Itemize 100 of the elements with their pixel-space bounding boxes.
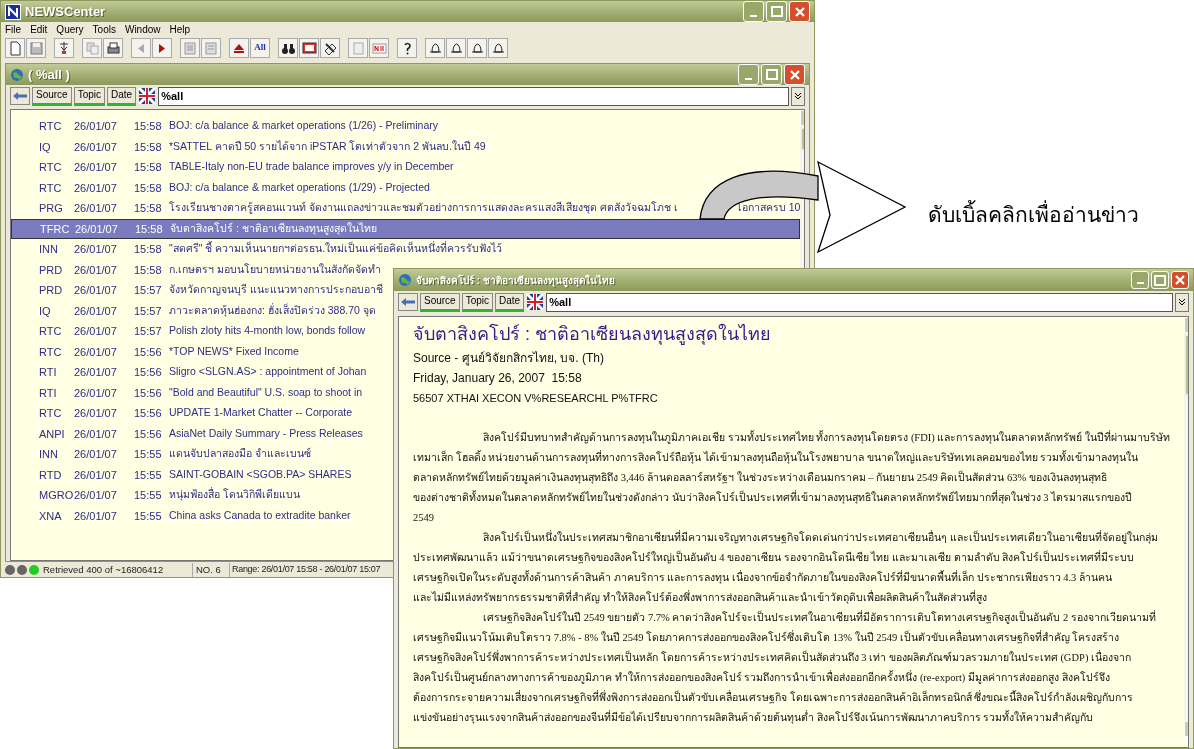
filter-button[interactable]: Topic	[73, 86, 106, 106]
maximize-button[interactable]	[761, 64, 782, 85]
headline-cell-text: BOJ: c/a balance & market operations (1/26) - Preliminary	[169, 118, 439, 134]
menu-item[interactable]: Window	[124, 22, 161, 37]
printer-button[interactable]	[103, 38, 123, 58]
bell-button[interactable]	[425, 38, 445, 58]
date-cell-text: 26/01/07	[74, 447, 118, 462]
headline-cell-text: Sligro <SLGN.AS> : appointment of Johan	[169, 364, 367, 380]
back-button[interactable]	[10, 87, 30, 105]
close-icon	[789, 69, 800, 80]
date-cell-text: 26/01/07	[74, 467, 118, 483]
network-button[interactable]	[299, 38, 319, 58]
date-cell-text: 26/01/07	[74, 344, 118, 360]
eject-button[interactable]	[229, 38, 249, 58]
status-text: Range: 26/01/07 15:58 - 26/01/07 15:07	[229, 563, 381, 577]
menu-item[interactable]: File	[5, 22, 22, 37]
left-arrow-icon	[400, 297, 416, 307]
antenna-button[interactable]	[54, 38, 74, 58]
news-row[interactable]: RTD 26/01/07 15:55 SAINT-GOBAIN <SGOB.PA> SHARES	[11, 464, 352, 485]
news-row[interactable]: INN 26/01/07 15:58 "สดศรี" ชี้ ความเห็นนายกฯต่อรธน.ใหม่เป็นแค่ข้อคิดเห็นหนึ่งที่ควรรับฟังไว้	[11, 239, 503, 260]
news-row[interactable]: RTC 26/01/07 15:57 Polish zloty hits 4-month low, bonds follow	[11, 321, 366, 342]
filter-button[interactable]: Date	[495, 292, 525, 312]
article-date: Friday, January 26, 2007 15:58	[413, 370, 583, 387]
minimize-button[interactable]	[1131, 271, 1149, 289]
bell-button[interactable]	[467, 38, 487, 58]
news-row[interactable]: INN 26/01/07 15:55 แดนจับปลาสองมือ จำและเบนซ์	[11, 444, 311, 465]
date-cell-text: 26/01/07	[74, 426, 118, 442]
source-cell-text: MGRO	[39, 488, 74, 503]
globe-icon	[398, 273, 412, 287]
headline-cell: จับตาสิงคโปร์ : ชาติอาเซียนลงทุนสูงสุดในไทย	[170, 220, 377, 237]
bell-button[interactable]	[488, 38, 508, 58]
bell-button[interactable]	[446, 38, 466, 58]
close-button[interactable]	[784, 64, 805, 85]
flag-icon	[139, 88, 156, 104]
printer-icon	[104, 39, 122, 57]
filter-button[interactable]: Source	[32, 86, 72, 106]
document-list-icon	[202, 39, 220, 57]
article-codes: 56507 XTHAI XECON V%RESEARCHL P%TFRC	[413, 391, 659, 406]
counter-button[interactable]	[369, 38, 389, 58]
news-row[interactable]: RTC 26/01/07 15:56 *TOP NEWS* Fixed Income	[11, 341, 299, 362]
dropdown-button[interactable]	[791, 86, 805, 106]
minimize-button[interactable]	[743, 1, 764, 22]
headline-cell-text: หนุ่มฟ้องสื่อ โดนวิกิพีเดียแบน	[169, 487, 300, 503]
pen-notepad-button[interactable]	[320, 38, 340, 58]
news-row[interactable]: RTI 26/01/07 15:56 Sligro <SLGN.AS> : appointment of Johan	[11, 362, 367, 383]
dropdown-button[interactable]	[1175, 292, 1189, 312]
headline-cell-text: โรงเรียนชางตาครู้สคอนแวนท์ จัดงานแถลงข่าวและชมตัวอย่างการการแสดงละครแสงสีเสียงชุด ศตสังวัจฉมโภช เ	[169, 200, 678, 216]
query-field[interactable]: %all	[546, 292, 1173, 312]
new-document-button[interactable]	[5, 38, 25, 58]
headline-cell-text: จังหวัดกาญจนบุรี แนะแนวทางการประกอบอาชี	[169, 282, 383, 298]
flag-icon	[527, 294, 544, 310]
close-button[interactable]	[789, 1, 810, 22]
news-row[interactable]: XNA 26/01/07 15:55 China asks Canada to extradite banker	[11, 505, 351, 526]
news-row[interactable]: RTC 26/01/07 15:58 BOJ: c/a balance & market operations (1/29) - Projected	[11, 177, 430, 198]
news-row[interactable]: RTC 26/01/07 15:56 UPDATE 1-Market Chatter -- Corporate	[11, 403, 353, 424]
binoculars-button[interactable]	[278, 38, 298, 58]
source-cell-text: IQ	[39, 303, 52, 319]
menu-item[interactable]: Query	[56, 22, 84, 37]
news-row[interactable]: RTC 26/01/07 15:58 TABLE-Italy non-EU trade balance improves y/y in December	[11, 157, 454, 178]
source-cell-text: TFRC	[40, 221, 71, 237]
all-button[interactable]: All	[250, 38, 270, 58]
maximize-icon	[1154, 274, 1166, 286]
maximize-button[interactable]	[1151, 271, 1169, 289]
help-button[interactable]	[397, 38, 417, 58]
query-field[interactable]: %all	[158, 86, 789, 106]
menu-item[interactable]: Help	[169, 22, 191, 37]
save-button[interactable]	[26, 38, 46, 58]
menu-item[interactable]: Tools	[92, 22, 116, 37]
filter-button[interactable]: Topic	[461, 292, 494, 312]
time-cell-text: 15:56	[134, 426, 163, 442]
filter-button[interactable]: Date	[107, 86, 137, 106]
date-cell-text: 26/01/07	[74, 488, 118, 503]
menu-item[interactable]: Edit	[30, 22, 48, 37]
copy-icon	[83, 39, 101, 57]
news-row[interactable]: TFRC 26/01/07 15:58 จับตาสิงคโปร์ : ชาติอาเซียนลงทุนสูงสุดในไทย	[11, 218, 801, 239]
article-paragraph: เศรษฐกิจสิงคโปร์ในปี 2549 ขยายตัว 7.7% คาดว่าสิงคโปร์จะเป็นประเทศในอาเซียนที่มีอัตราการเติบโตทางเศรษฐกิจสูงเป็นอันดับ 2 รองจากเวียดนามที่ เศรษฐกิจมีแนวโน้มเติบโตราว 7.8% - 8% ในปี 2549 โดยภาคการส่งออกของสิงคโปร์ซึ่งเติบโต 13% ในปี 2549 เป็นตัวขับเคลื่อนทางเศรษฐกิจที่สำคัญ โครงสร้าง เศรษฐกิจสิงคโปร์พึ่งพาการค้าระหว่างประเทศเป็นหลัก โดยการค้าระหว่างประเทศคิดเป็นสัดส่วนถึง 3 เท่า ของผลิตภัณฑ์มวลรวมภายในประเทศ (GDP) เนื่องจาก สิงคโปร์เป็นศูนย์กลางทางการค้าของภูมิภาค ทำให้การส่งออกของสิงคโปร์ รวมถึงการนำเข้าเพื่อส่งออกอีกครั้งหนึ่ง (re-export) มีมูลค่าการส่งออกสูง สิงคโปร์จึง ต้องการกระจายความเสี่ยงจากเศรษฐกิจที่พึ่งพิงการส่งออกเป็นตัวขับเคลื่อนเศรษฐกิจ โดยเฉพาะการส่งออกสินค้าอิเล็กทรอนิกส์ ซึ่งขณะนี้สิงคโปร์กำลังเผชิญกับการ แข่งขันอย่างรุนแรงจากสินค้าส่งออกของจีนที่มีข้อได้เปรียบจากการผลิตสินค้าด้วยต้นทุนต่ำ สิงคโปร์จึงเน้นการพัฒนาภาคบริการ รวมทั้งให้ความสำคัญกับ	[413, 609, 1156, 726]
headline-cell-text: "สดศรี" ชี้ ความเห็นนายกฯต่อรธน.ใหม่เป็นแค่ข้อคิดเห็นหนึ่งที่ควรรับฟังไว้	[169, 241, 503, 257]
news-row[interactable]: MGRO26/01/07 15:55 หนุ่มฟ้องสื่อ โดนวิกิพีเดียแบน	[11, 485, 300, 506]
close-icon	[794, 6, 805, 17]
headline-cell-text: UPDATE 1-Market Chatter -- Corporate	[169, 405, 353, 421]
news-row[interactable]: PRD 26/01/07 15:57 จังหวัดกาญจนบุรี แนะแนวทางการประกอบอาชี	[11, 280, 383, 301]
time-cell-text: 15:57	[134, 324, 163, 339]
close-button[interactable]	[1171, 271, 1189, 289]
maximize-button[interactable]	[766, 1, 787, 22]
headline-cell-text: แดนจับปลาสองมือ จำและเบนซ์	[169, 446, 311, 462]
news-row[interactable]: IQ 26/01/07 15:57 ภาวะตลาดหุ้นฮ่องกง: ฮั่งเส็งปิดร่วง 388.70 จุด	[11, 300, 376, 321]
headline-cell: ภาวะตลาดหุ้นฮ่องกง: ฮั่งเส็งปิดร่วง 388.70 จุด	[169, 302, 376, 319]
document-icon	[181, 39, 199, 57]
news-row[interactable]: RTI 26/01/07 15:56 "Bold and Beautiful" U.S. soap to shoot in	[11, 382, 363, 403]
minimize-button[interactable]	[738, 64, 759, 85]
filter-button[interactable]: Source	[420, 292, 460, 312]
news-row[interactable]: ANPI 26/01/07 15:56 AsiaNet Daily Summary - Press Releases	[11, 423, 363, 444]
back-button[interactable]	[398, 293, 418, 311]
news-row[interactable]: RTC 26/01/07 15:58 BOJ: c/a balance & market operations (1/26) - Preliminary	[11, 116, 439, 137]
time-cell-text: 15:55	[134, 508, 163, 524]
right-arrow-button[interactable]	[152, 38, 172, 58]
date-cell-text: 26/01/07	[74, 303, 118, 319]
news-row[interactable]: IQ 26/01/07 15:58 *SATTEL คาดปี 50 รายได้จาก iPSTAR โตเท่าตัวจาก 2 พันลบ.ในปี 49	[11, 136, 486, 157]
news-row[interactable]: PRD 26/01/07 15:58 ก.เกษตรฯ มอบนโยบายหน่วยงานในสังกัดจัดทำ	[11, 259, 381, 280]
date-cell-text: 26/01/07	[74, 262, 118, 278]
